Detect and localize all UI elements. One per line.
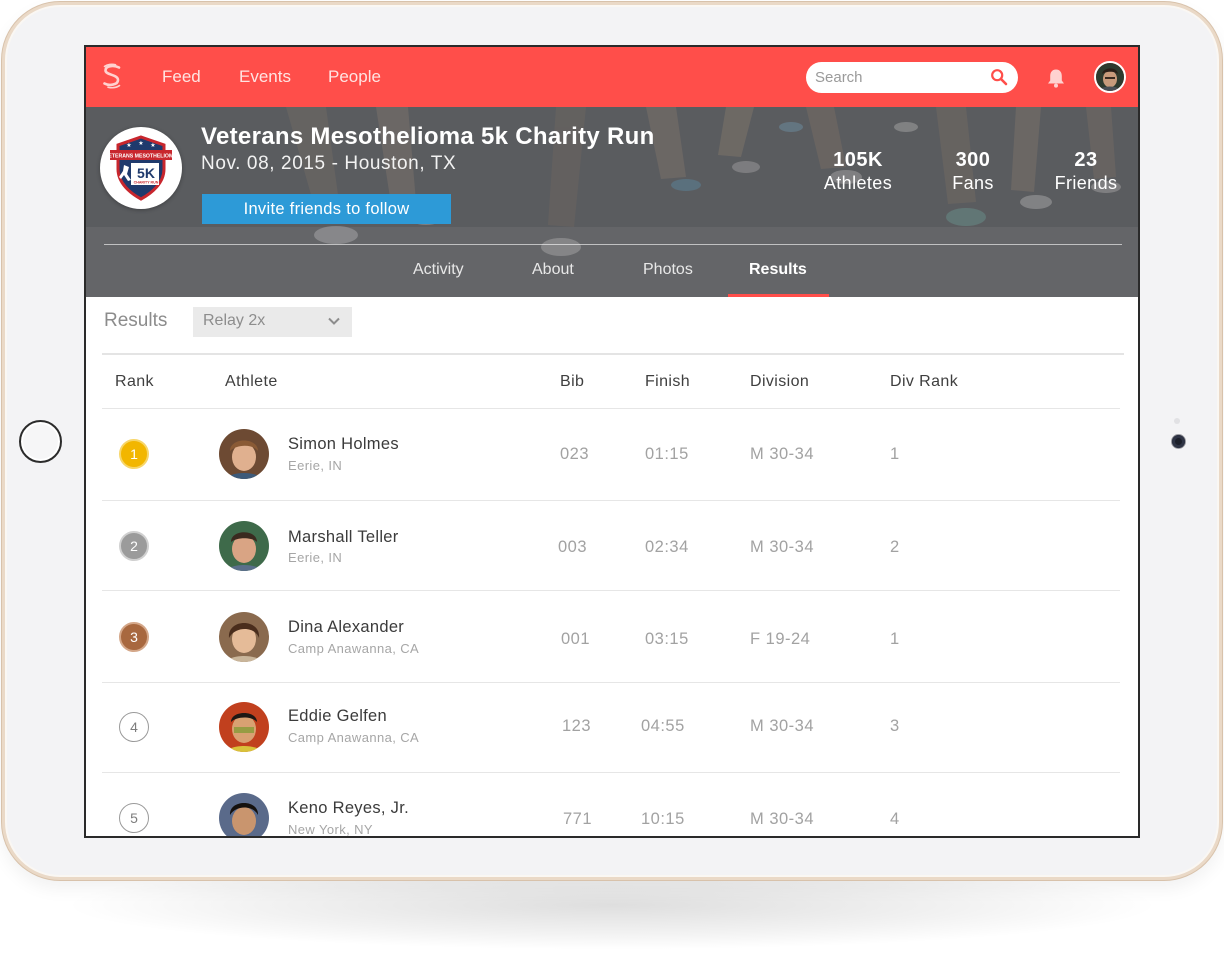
chevron-down-icon xyxy=(328,317,340,325)
bib-number: 001 xyxy=(561,630,591,648)
finish-time: 01:15 xyxy=(645,445,689,463)
div-rank: 1 xyxy=(890,630,900,648)
home-button[interactable] xyxy=(19,420,62,463)
event-logo-sub: CHARITY RUN xyxy=(134,181,159,185)
bib-number: 023 xyxy=(560,445,590,463)
finish-time: 04:55 xyxy=(641,717,685,735)
event-hero: VETERANS MESOTHELIOMA ★ ★ ★ 5K CHARITY R… xyxy=(86,107,1138,297)
column-header-finish[interactable]: Finish xyxy=(645,373,690,391)
athlete-photo[interactable] xyxy=(219,793,269,836)
results-divider xyxy=(102,353,1124,355)
nav-link-people[interactable]: People xyxy=(328,67,381,87)
search-input[interactable] xyxy=(815,67,985,88)
svg-text:★: ★ xyxy=(138,140,143,147)
results-heading: Results xyxy=(104,310,168,331)
nav-link-events[interactable]: Events xyxy=(239,67,291,87)
bib-number: 003 xyxy=(558,538,588,556)
column-header-athlete[interactable]: Athlete xyxy=(225,373,278,391)
athlete-location: Camp Anawanna, CA xyxy=(288,730,420,745)
stat-friends: 23 Friends xyxy=(1051,149,1121,194)
athlete-photo[interactable] xyxy=(219,429,269,479)
rank-badge-silver: 2 xyxy=(119,531,149,561)
column-header-div-rank[interactable]: Div Rank xyxy=(890,373,958,391)
stat-fans: 300 Fans xyxy=(943,149,1003,194)
athlete-location: Eerie, IN xyxy=(288,458,343,473)
athlete-name[interactable]: Keno Reyes, Jr. xyxy=(288,799,409,818)
active-tab-indicator xyxy=(728,294,829,297)
tab-photos[interactable]: Photos xyxy=(643,261,693,279)
rank-badge-bronze: 3 xyxy=(119,622,149,652)
stat-athletes-value: 105K xyxy=(833,149,883,171)
athlete-name[interactable]: Simon Holmes xyxy=(288,435,399,454)
user-avatar[interactable] xyxy=(1094,61,1126,93)
division: M 30-34 xyxy=(750,717,815,735)
finish-time: 02:34 xyxy=(645,538,689,556)
stat-fans-value: 300 xyxy=(955,149,991,171)
stat-fans-label: Fans xyxy=(952,173,994,193)
finish-time: 03:15 xyxy=(645,630,689,648)
event-logo: VETERANS MESOTHELIOMA ★ ★ ★ 5K CHARITY R… xyxy=(100,127,182,209)
bib-number: 123 xyxy=(562,717,592,735)
top-navbar: Feed Events People xyxy=(86,47,1138,107)
svg-text:★: ★ xyxy=(150,142,155,149)
tab-results[interactable]: Results xyxy=(749,261,807,279)
finish-time: 10:15 xyxy=(641,810,685,828)
division: F 19-24 xyxy=(750,630,811,648)
column-header-bib[interactable]: Bib xyxy=(560,373,584,391)
search-box xyxy=(806,62,1018,93)
stat-friends-label: Friends xyxy=(1054,173,1118,193)
div-rank: 4 xyxy=(890,810,900,828)
sensor-dot xyxy=(1174,418,1180,424)
div-rank: 2 xyxy=(890,538,900,556)
stat-friends-value: 23 xyxy=(1074,149,1098,171)
athlete-location: New York, NY xyxy=(288,822,374,837)
brand-logo-icon[interactable] xyxy=(98,62,126,90)
rank-badge-gold: 1 xyxy=(119,439,149,469)
event-logo-5k: 5K xyxy=(137,165,155,181)
svg-text:★: ★ xyxy=(126,142,131,149)
column-header-division[interactable]: Division xyxy=(750,373,809,391)
tab-about[interactable]: About xyxy=(532,261,574,279)
athlete-photo[interactable] xyxy=(219,702,269,752)
bib-number: 771 xyxy=(563,810,593,828)
nav-link-feed[interactable]: Feed xyxy=(162,67,201,87)
division: M 30-34 xyxy=(750,810,815,828)
tab-activity[interactable]: Activity xyxy=(413,261,464,279)
athlete-photo[interactable] xyxy=(219,521,269,571)
div-rank: 1 xyxy=(890,445,900,463)
division: M 30-34 xyxy=(750,538,815,556)
results-filter-value: Relay 2x xyxy=(203,312,266,329)
column-header-rank[interactable]: Rank xyxy=(115,373,154,391)
division: M 30-34 xyxy=(750,445,815,463)
event-date-location: Nov. 08, 2015 - Houston, TX xyxy=(201,153,457,174)
camera-icon xyxy=(1172,435,1185,448)
athlete-name[interactable]: Dina Alexander xyxy=(288,618,404,637)
results-filter-select[interactable]: Relay 2x xyxy=(193,307,352,337)
athlete-photo[interactable] xyxy=(219,612,269,662)
rank-badge: 4 xyxy=(119,712,149,742)
rank-badge: 5 xyxy=(119,803,149,833)
athlete-name[interactable]: Marshall Teller xyxy=(288,528,399,547)
athlete-name[interactable]: Eddie Gelfen xyxy=(288,707,387,726)
search-icon[interactable] xyxy=(990,68,1008,86)
notification-bell-icon[interactable] xyxy=(1045,67,1067,89)
hero-divider xyxy=(104,244,1122,245)
event-title: Veterans Mesothelioma 5k Charity Run xyxy=(201,123,655,150)
athlete-location: Eerie, IN xyxy=(288,550,343,565)
div-rank: 3 xyxy=(890,717,900,735)
stat-athletes: 105K Athletes xyxy=(822,149,894,194)
invite-friends-button[interactable]: Invite friends to follow xyxy=(202,194,451,224)
stat-athletes-label: Athletes xyxy=(823,173,893,193)
event-logo-caption: VETERANS MESOTHELIOMA xyxy=(105,154,177,160)
athlete-location: Camp Anawanna, CA xyxy=(288,641,420,656)
app-screen: Feed Events People Search VETERANS MESOT… xyxy=(84,45,1140,838)
